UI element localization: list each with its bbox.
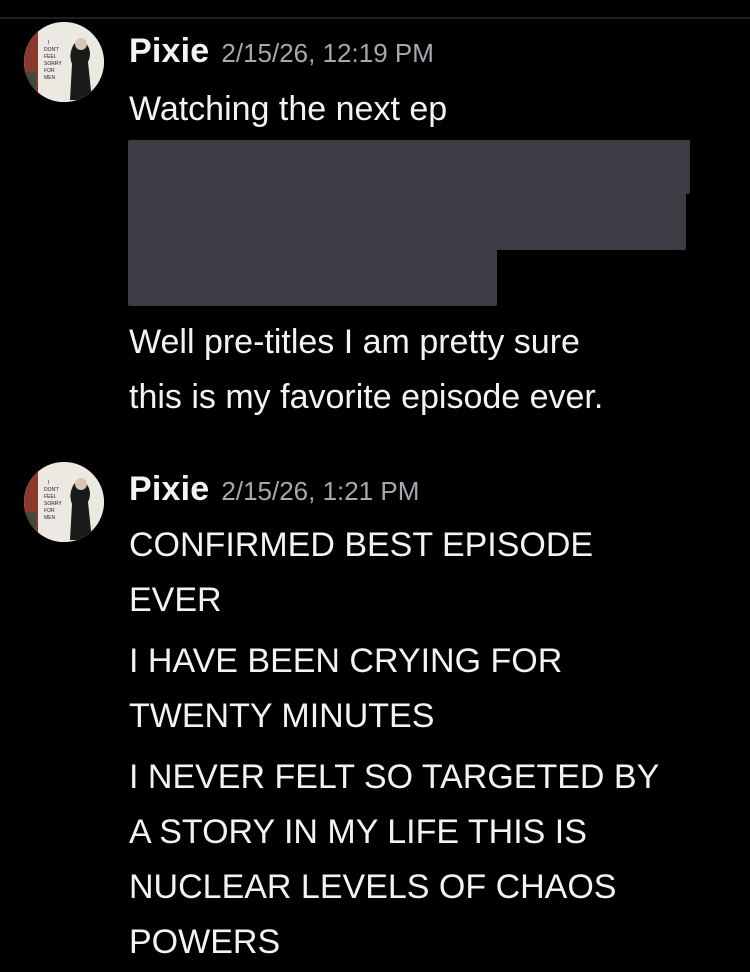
avatar-poster-line: DON'T: [44, 47, 59, 53]
username[interactable]: Pixie: [129, 470, 209, 508]
username[interactable]: Pixie: [129, 32, 209, 70]
message-header: Pixie 2/15/26, 12:19 PM: [129, 32, 434, 71]
avatar-poster-line: MEN: [44, 75, 56, 81]
redacted-block: [128, 140, 690, 194]
avatar-poster-line: I: [48, 480, 49, 486]
avatar[interactable]: I DON'T FEEL SORRY FOR MEN: [24, 22, 104, 102]
message-text: I HAVE BEEN CRYING FOR TWENTY MINUTES: [129, 642, 563, 735]
message-text: Well pre-titles I am pretty sure this is…: [129, 323, 604, 416]
message-text: Watching the next ep: [129, 90, 448, 128]
avatar-poster-line: MEN: [44, 515, 56, 521]
redacted-block: [128, 248, 497, 306]
avatar-poster-line: SORRY: [44, 61, 62, 67]
avatar-poster-line: FEEL: [44, 54, 57, 60]
avatar-poster-line: DON'T: [44, 487, 59, 493]
top-divider: [0, 17, 750, 19]
message-text: CONFIRMED BEST EPISODE EVER: [129, 526, 594, 619]
timestamp: 2/15/26, 1:21 PM: [221, 476, 420, 506]
avatar-poster-line: FOR: [44, 508, 55, 514]
avatar-poster-line: SORRY: [44, 501, 62, 507]
avatar-poster-line: FEEL: [44, 494, 57, 500]
timestamp: 2/15/26, 12:19 PM: [221, 38, 434, 68]
avatar-poster-line: I: [48, 40, 49, 46]
message-header: Pixie 2/15/26, 1:21 PM: [129, 470, 419, 509]
avatar[interactable]: I DON'T FEEL SORRY FOR MEN: [24, 462, 104, 542]
message-text: I NEVER FELT SO TARGETED BY A STORY IN M…: [129, 758, 660, 961]
redacted-block: [128, 192, 686, 250]
avatar-poster-line: FOR: [44, 68, 55, 74]
